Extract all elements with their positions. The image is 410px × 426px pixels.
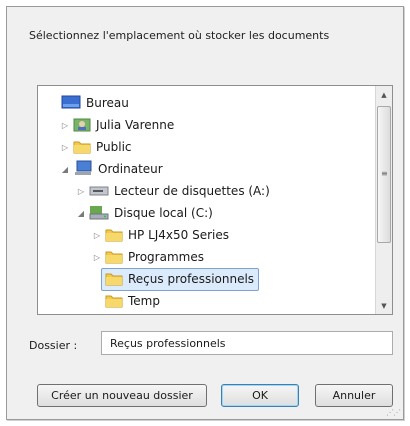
tree-item-content[interactable]: Bureau	[61, 95, 129, 112]
tree-item-label: Ordinateur	[98, 162, 163, 176]
collapse-arrow-icon[interactable]: ◢	[76, 209, 86, 218]
tree-item-content[interactable]: Disque local (C:)	[89, 204, 213, 223]
desktop-icon	[61, 95, 81, 112]
scroll-down-button[interactable]: ▼	[376, 297, 392, 314]
tree-item-label: Reçus professionnels	[128, 272, 255, 286]
folder-icon	[105, 226, 123, 245]
tree-item[interactable]: ▷ Lecteur de disquettes (A:)	[76, 180, 270, 202]
tree-item[interactable]: Reçus professionnels	[92, 267, 260, 291]
tree-item-content[interactable]: Temp	[105, 292, 160, 311]
folder-icon	[105, 248, 123, 267]
folder-name-label: Dossier :	[29, 339, 78, 352]
expand-arrow-icon[interactable]: ▷	[92, 253, 102, 262]
tree-item-content[interactable]: Public	[73, 138, 132, 157]
folder-icon	[105, 270, 123, 289]
create-new-folder-button[interactable]: Créer un nouveau dossier	[37, 384, 207, 407]
tree-item-label: Programmes	[128, 250, 204, 264]
tree-item-content[interactable]: Programmes	[105, 248, 204, 267]
user-folder-icon	[73, 116, 91, 135]
tree-item-label: Julia Varenne	[96, 118, 175, 132]
tree-item-content[interactable]: Reçus professionnels	[101, 267, 260, 291]
folder-tree[interactable]: Bureau ▷ Julia Varenne ▷ Public ◢ Ordinateur ▷ L…	[37, 85, 393, 315]
floppy-drive-icon	[89, 182, 109, 201]
tree-item[interactable]: ◢ Disque local (C:)	[76, 202, 213, 224]
scroll-thumb-grip-icon: ≡	[381, 169, 388, 178]
tree-item[interactable]: ◢ Ordinateur	[60, 158, 163, 180]
folder-icon	[105, 292, 123, 311]
expand-arrow-icon[interactable]: ▷	[92, 231, 102, 240]
tree-item-label: Lecteur de disquettes (A:)	[114, 184, 270, 198]
scroll-up-button[interactable]: ▲	[376, 86, 392, 103]
tree-item[interactable]: ▷ Julia Varenne	[60, 114, 174, 136]
computer-icon	[73, 160, 93, 179]
expand-arrow-icon[interactable]: ▷	[60, 143, 70, 152]
tree-item-label: HP LJ4x50 Series	[128, 228, 230, 242]
tree-item-content[interactable]: Ordinateur	[73, 160, 163, 179]
tree-item[interactable]: Bureau	[48, 92, 129, 114]
collapse-arrow-icon[interactable]: ◢	[60, 165, 70, 174]
save-location-dialog: Sélectionnez l'emplacement où stocker le…	[6, 6, 404, 420]
cancel-button[interactable]: Annuler	[315, 384, 393, 407]
tree-item-label: Public	[96, 140, 132, 154]
scroll-thumb[interactable]: ≡	[377, 106, 391, 243]
tree-item[interactable]: Temp	[92, 290, 160, 312]
resize-grip-icon[interactable]: ⋰⋰	[386, 408, 401, 417]
tree-item-label: Temp	[128, 294, 160, 308]
ok-button[interactable]: OK	[221, 384, 299, 407]
tree-item-label: Disque local (C:)	[114, 206, 213, 220]
expand-arrow-icon[interactable]: ▷	[60, 121, 70, 130]
tree-item-content[interactable]: Julia Varenne	[73, 116, 174, 135]
folder-icon	[73, 138, 91, 157]
tree-item[interactable]: ▷ HP LJ4x50 Series	[92, 224, 229, 246]
tree-scrollbar[interactable]: ▲ ≡ ▼	[375, 86, 392, 314]
dialog-prompt: Sélectionnez l'emplacement où stocker le…	[29, 29, 330, 42]
hard-drive-icon	[89, 204, 109, 223]
expand-arrow-icon[interactable]: ▷	[76, 187, 86, 196]
folder-name-input[interactable]	[101, 331, 393, 355]
tree-item-content[interactable]: HP LJ4x50 Series	[105, 226, 229, 245]
tree-item[interactable]: ▷ Public	[60, 136, 132, 158]
tree-item-content[interactable]: Lecteur de disquettes (A:)	[89, 182, 270, 201]
tree-item[interactable]: ▷ Programmes	[92, 246, 204, 268]
tree-item-label: Bureau	[86, 96, 129, 110]
